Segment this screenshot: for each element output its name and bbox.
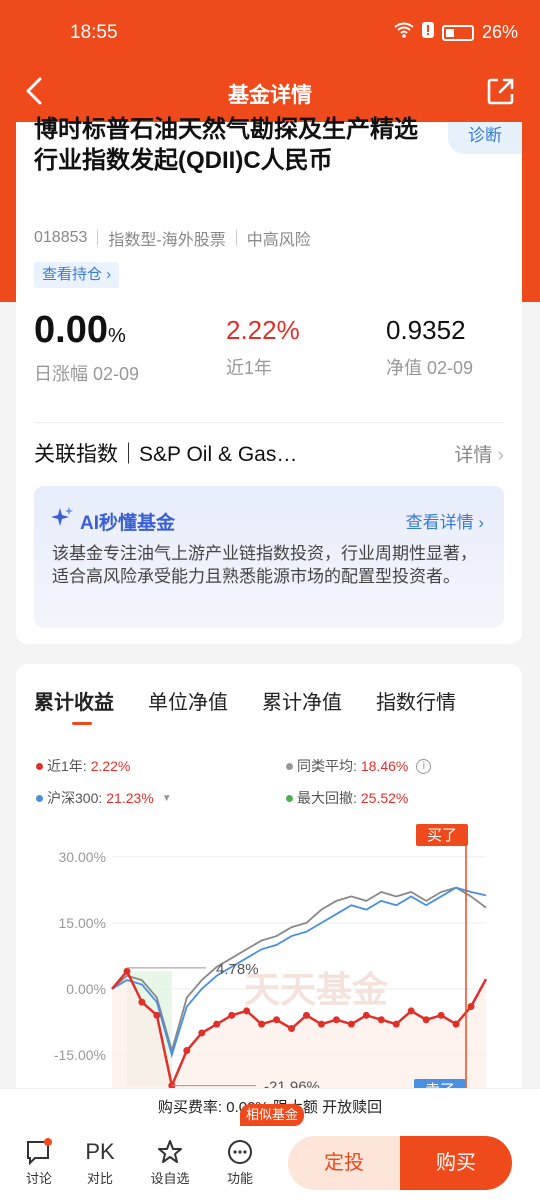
legend-dot [286,762,293,770]
alert-icon [421,22,434,43]
fund-point [332,1016,340,1024]
fund-point [228,1011,236,1019]
info-icon[interactable]: i [416,758,432,774]
bottom-toolbar: 讨论 PK 对比 设自选 功能 相似基金 定投 购买 [0,1104,540,1200]
pk-icon: PK [85,1139,115,1164]
tag-divider [97,230,99,246]
fund-point [392,1020,400,1028]
page-title: 基金详情 [228,84,312,107]
fund-point [362,1011,370,1019]
chat-icon [14,1136,64,1168]
ai-description: 该基金专注油气上游产业链指数投资，行业周期性显著，适合高风险承受能力且熟悉能源市… [52,544,477,586]
year-return-value: 2.22% [226,315,300,345]
wifi-icon [394,22,414,43]
fund-point [437,1011,445,1019]
nav-value: 0.9352 [386,315,466,345]
fund-tags: 018853 指数型-海外股票 中高风险 [34,226,311,250]
battery-level: 26% [481,22,518,42]
daily-change-stat: 0.00% 日涨幅 02-09 [34,308,139,386]
fund-risk: 中高风险 [246,232,311,249]
fund-type: 指数型-海外股票 [108,232,226,249]
watermark: 天天基金 [244,969,389,1011]
ai-card[interactable]: AI秒懂基金 查看详情 › 该基金专注油气上游产业链指数投资，行业周期性显著，适… [34,486,504,628]
status-icons: 26% [394,22,518,43]
battery-icon [441,24,474,41]
fund-point [407,1007,415,1015]
fund-code: 018853 [34,229,88,246]
year-return-label: 近1年 [226,358,273,378]
fund-name: 博时标普石油天然气勘探及生产精选行业指数发起(QDII)C人民币 [34,116,418,174]
related-index-detail-link[interactable]: 详情 › [454,440,504,467]
fund-point [273,1016,281,1024]
fund-point [183,1047,191,1055]
tab-cumulative-nav[interactable]: 累计净值 [262,686,342,715]
features-button[interactable]: 功能 [215,1136,265,1187]
buy-button[interactable]: 购买 [400,1136,512,1190]
share-icon[interactable] [486,76,516,106]
sparkle-icon [50,506,74,536]
chart-tabs: 累计收益 单位净值 累计净值 指数行情 [34,686,456,725]
chart-card: 累计收益 单位净值 累计净值 指数行情 近1年: 2.22% 同类平均: 18.46… [16,664,522,1104]
cumulative-return-chart[interactable]: 30.00%15.00%0.00%-15.00%天天基金4.78%-21.96%… [16,824,522,1104]
status-bar: 18:55 26% [0,0,540,66]
daily-change-label: 日涨幅 02-09 [34,364,140,384]
fund-point [198,1029,206,1037]
chevron-right-icon: › [497,445,504,466]
legend-peer-average: 同类平均: 18.46% i [286,756,432,776]
fund-point [288,1025,296,1033]
nav-stat: 0.9352 净值 02-09 [386,308,473,380]
tag-divider [235,230,237,246]
ai-title: AI秒懂基金 [50,506,175,536]
discuss-button[interactable]: 讨论 [14,1136,64,1187]
related-index[interactable]: 关联指数｜S&P Oil & Gas… [34,438,297,468]
tab-unit-nav[interactable]: 单位净值 [148,686,228,715]
fund-point [123,967,131,975]
nav-label: 净值 02-09 [386,358,474,378]
fund-point [467,1003,475,1011]
fund-point [153,1011,161,1019]
legend-csi300[interactable]: 沪深300: 21.23% ▼ [36,788,172,808]
legend-dot [36,794,43,802]
diagnose-button[interactable]: 诊断 [448,122,522,154]
fund-point [317,1020,325,1028]
star-icon [145,1136,195,1168]
legend-fund: 近1年: 2.22% [36,756,130,776]
tab-cumulative-return[interactable]: 累计收益 [34,686,114,725]
legend-dot [36,762,43,770]
more-icon [215,1136,265,1168]
divider [34,422,504,423]
fund-point [258,1020,266,1028]
fund-point [347,1020,355,1028]
view-holdings-link[interactable]: 查看持仓 › [34,262,120,288]
buy-marker: 买了 [427,826,457,844]
add-watchlist-button[interactable]: 设自选 [145,1136,195,1187]
fund-point [138,998,146,1006]
auto-invest-button[interactable]: 定投 [288,1136,400,1190]
y-tick-label: -15.00% [54,1047,106,1063]
daily-change-value: 0.00% [34,309,126,351]
caret-down-icon: ▼ [161,792,172,804]
status-time: 18:55 [70,22,118,43]
y-tick-label: 0.00% [66,981,106,997]
annotation-max: 4.78% [216,961,259,978]
legend-max-drawdown: 最大回撤: 25.52% [286,788,408,808]
y-tick-label: 30.00% [59,849,106,865]
similar-funds-badge[interactable]: 相似基金 [240,1104,305,1126]
fund-point [213,1020,221,1028]
y-tick-label: 15.00% [59,915,106,931]
fund-point [422,1016,430,1024]
fund-summary-card: 博时标普石油天然气勘探及生产精选行业指数发起(QDII)C人民币 诊断 0188… [16,116,522,484]
tab-index-quote[interactable]: 指数行情 [376,686,456,715]
fund-point [377,1016,385,1024]
year-return-stat: 2.22% 近1年 [226,308,300,380]
ai-detail-link[interactable]: 查看详情 › [406,508,484,533]
compare-button[interactable]: PK 对比 [75,1136,125,1187]
fund-point [302,1011,310,1019]
legend-dot [286,794,293,802]
fund-point [243,1007,251,1015]
fund-point [452,1020,460,1028]
